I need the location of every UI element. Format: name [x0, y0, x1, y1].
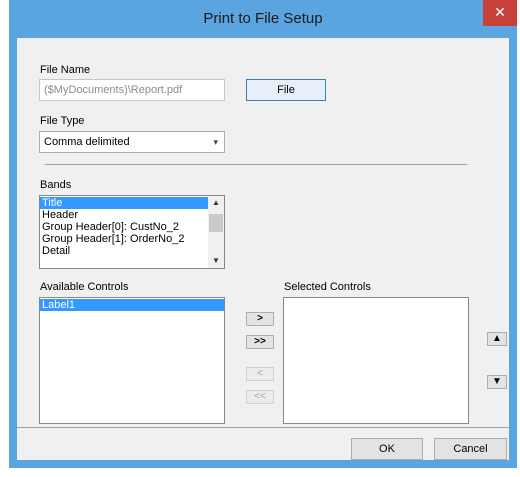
available-control-label1[interactable]: Label1	[40, 299, 224, 311]
available-controls-label: Available Controls	[40, 281, 129, 293]
available-controls-listbox[interactable]: Label1	[39, 297, 225, 424]
title-bar[interactable]: Print to File Setup ✕	[9, 0, 517, 38]
chevron-down-icon: ▾	[213, 137, 218, 147]
file-type-label: File Type	[40, 115, 85, 127]
dialog-window: Print to File Setup ✕ File Name ($MyDocu…	[9, 0, 517, 468]
scroll-up-icon[interactable]: ▲	[208, 196, 224, 210]
file-button[interactable]: File	[246, 79, 326, 101]
selected-controls-listbox[interactable]	[283, 297, 469, 424]
separator	[45, 164, 467, 165]
dialog-client: File Name ($MyDocuments)\Report.pdf File…	[17, 38, 509, 460]
scroll-down-icon[interactable]: ▼	[208, 254, 224, 268]
move-up-button[interactable]: ▲	[487, 332, 507, 346]
file-name-label: File Name	[40, 64, 91, 76]
bands-item-group-header-0[interactable]: Group Header[0]: CustNo_2	[40, 221, 208, 233]
bands-items: Title Header Group Header[0]: CustNo_2 G…	[40, 197, 208, 257]
bands-listbox[interactable]: Title Header Group Header[0]: CustNo_2 G…	[39, 195, 225, 269]
bands-item-title[interactable]: Title	[40, 197, 208, 209]
move-down-button[interactable]: ▼	[487, 375, 507, 389]
file-name-field[interactable]: ($MyDocuments)\Report.pdf	[39, 79, 225, 101]
ok-button[interactable]: OK	[351, 438, 423, 460]
bands-item-header[interactable]: Header	[40, 209, 208, 221]
close-button[interactable]: ✕	[483, 0, 517, 26]
arrow-up-icon: ▲	[492, 333, 502, 344]
bands-item-detail[interactable]: Detail	[40, 245, 208, 257]
cancel-button[interactable]: Cancel	[434, 438, 507, 460]
remove-button[interactable]: <	[246, 367, 274, 381]
file-type-value: Comma delimited	[44, 136, 130, 148]
bands-scrollbar[interactable]: ▲ ▼	[208, 196, 224, 268]
available-controls-items: Label1	[40, 299, 224, 311]
add-all-button[interactable]: >>	[246, 335, 274, 349]
selected-controls-label: Selected Controls	[284, 281, 371, 293]
remove-all-button[interactable]: <<	[246, 390, 274, 404]
window-title: Print to File Setup	[203, 10, 323, 27]
arrow-down-icon: ▼	[492, 376, 502, 387]
bands-label: Bands	[40, 179, 72, 191]
add-button[interactable]: >	[246, 312, 274, 326]
footer-separator	[17, 427, 509, 428]
file-type-select[interactable]: Comma delimited ▾	[39, 131, 225, 153]
close-icon: ✕	[494, 4, 506, 20]
scroll-thumb[interactable]	[209, 214, 223, 232]
bands-item-group-header-1[interactable]: Group Header[1]: OrderNo_2	[40, 233, 208, 245]
